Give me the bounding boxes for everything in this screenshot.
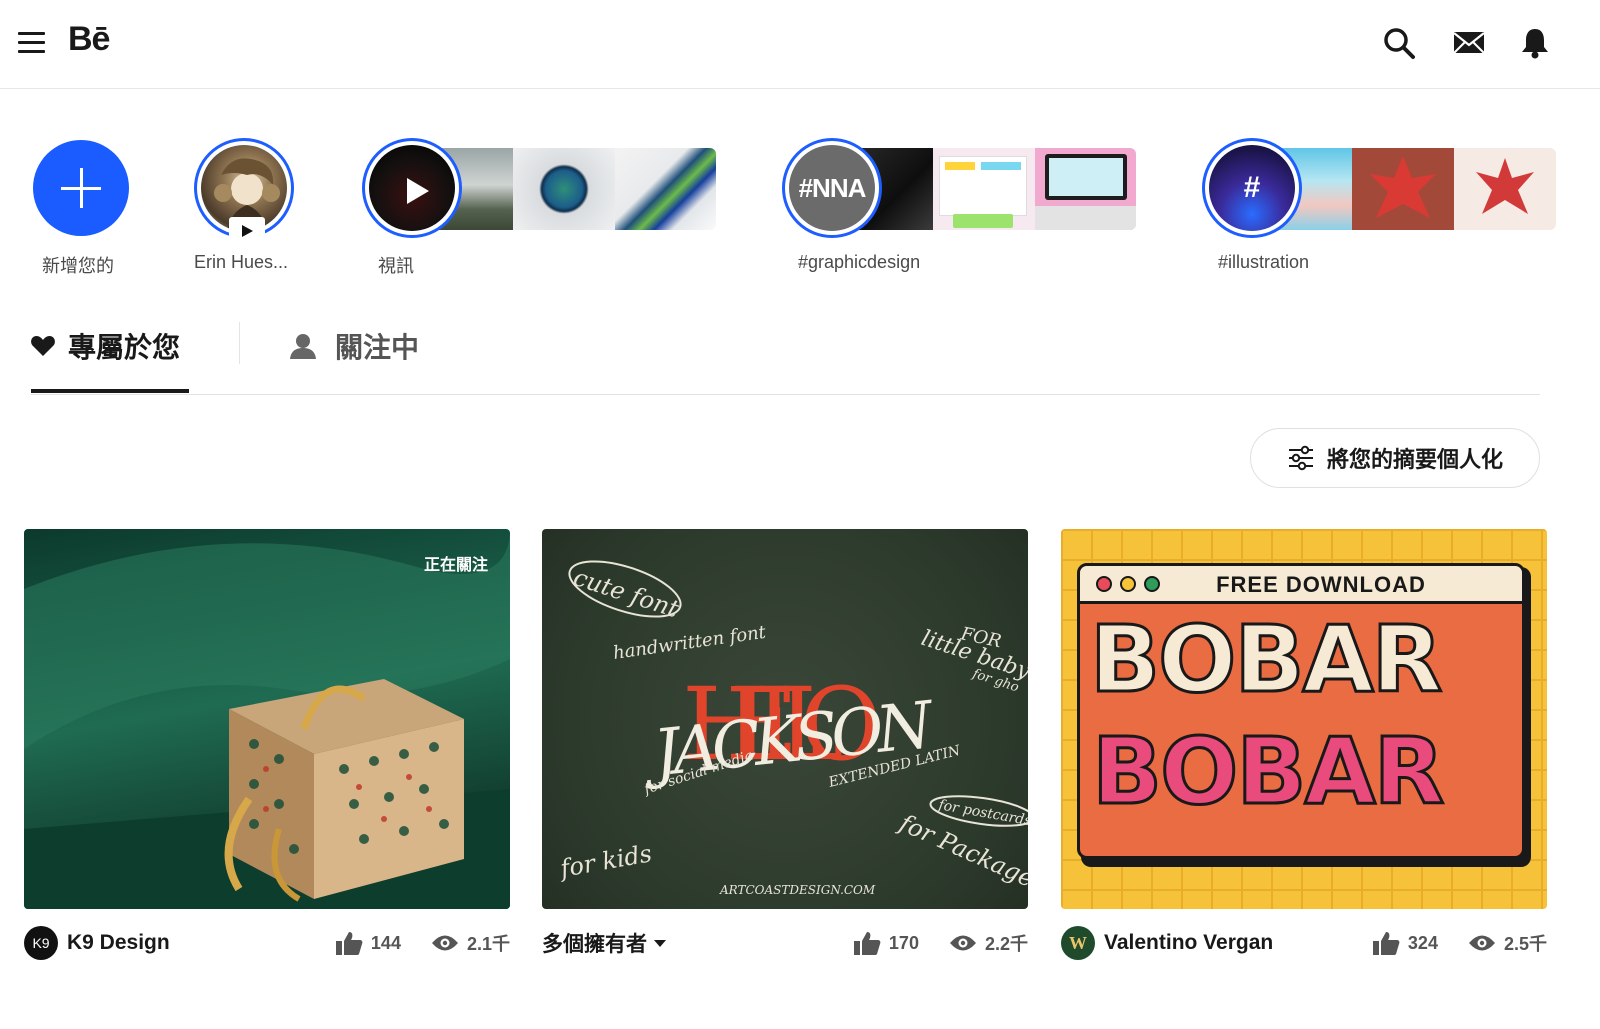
- project-card: 正在關注 K9 K9 Design 144 2.1千: [24, 529, 510, 960]
- owner-name: Valentino Vergan: [1104, 931, 1274, 954]
- person-icon: [290, 334, 316, 359]
- thumbs-up-icon[interactable]: [335, 930, 363, 956]
- sliders-icon: [1288, 445, 1313, 471]
- tab-for-you-label: 專屬於您: [68, 332, 181, 363]
- handwritten-text: handwritten font: [612, 622, 768, 664]
- card-meta: K9 K9 Design 144 2.1千: [24, 925, 510, 961]
- story-erin[interactable]: Erin Hues...: [194, 138, 294, 272]
- top-navigation-bar: Bē: [0, 0, 1600, 89]
- free-download-text: FREE DOWNLOAD: [1216, 572, 1426, 597]
- bell-icon[interactable]: [1519, 26, 1551, 60]
- owner-link[interactable]: W Valentino Vergan: [1061, 926, 1273, 960]
- menu-icon[interactable]: [18, 32, 45, 54]
- gift-box-illustration: [24, 529, 510, 909]
- owner-name: K9 Design: [67, 931, 170, 954]
- chevron-down-icon: [654, 940, 666, 947]
- like-count: 170: [888, 932, 919, 953]
- project-stats: 170 2.2千: [853, 930, 1028, 956]
- like-count: 324: [1407, 932, 1438, 953]
- thumbs-up-icon[interactable]: [1372, 930, 1400, 956]
- project-card: FREE DOWNLOAD BOBAR BOBAR W Valentino Ve…: [1061, 529, 1547, 960]
- story-preview-strip: [422, 148, 716, 230]
- multiple-owners-dropdown[interactable]: 多個擁有者: [542, 928, 667, 958]
- tab-for-you[interactable]: 專屬於您: [30, 326, 180, 366]
- project-thumbnail[interactable]: FREE DOWNLOAD BOBAR BOBAR: [1061, 529, 1547, 909]
- avatar: W: [1061, 926, 1095, 960]
- mail-icon[interactable]: [1452, 26, 1486, 60]
- following-badge: 正在關注: [423, 557, 488, 574]
- tab-following-label: 關注中: [335, 332, 420, 363]
- play-icon: [407, 178, 429, 204]
- view-count: 2.5千: [1503, 934, 1547, 954]
- url-text: ARTCOASTDESIGN.COM: [719, 883, 876, 897]
- card-meta: W Valentino Vergan 324 2.5千: [1061, 925, 1547, 961]
- eye-icon: [431, 935, 458, 951]
- owner-link[interactable]: K9 K9 Design: [24, 926, 170, 960]
- like-count: 144: [370, 932, 401, 953]
- project-stats: 144 2.1千: [335, 930, 510, 956]
- tabs-divider: [31, 394, 1540, 395]
- eye-icon: [949, 935, 976, 951]
- bobar-text-bottom: BOBAR: [1091, 718, 1446, 825]
- project-thumbnail[interactable]: 正在關注: [24, 529, 510, 909]
- story-video[interactable]: 視訊: [362, 138, 716, 276]
- personalize-feed-button[interactable]: 將您的摘要個人化: [1250, 428, 1540, 488]
- active-tab-indicator: [31, 389, 189, 393]
- eye-icon: [1468, 935, 1495, 951]
- avatar: K9: [24, 926, 58, 960]
- view-count: 2.2千: [984, 934, 1028, 954]
- story-preview-strip: [842, 148, 1136, 230]
- owner-name: 多個擁有者: [542, 933, 647, 956]
- add-story-button[interactable]: [33, 140, 129, 236]
- cute-font-text: cute font: [570, 563, 682, 623]
- project-thumbnail[interactable]: cute font handwritten font FOR little ba…: [542, 529, 1028, 909]
- story-illustration[interactable]: # #illustration: [1202, 138, 1556, 272]
- project-card: cute font handwritten font FOR little ba…: [542, 529, 1028, 956]
- story-preview-strip: [1262, 148, 1556, 230]
- search-icon[interactable]: [1382, 26, 1416, 60]
- behance-logo[interactable]: Bē: [68, 20, 110, 59]
- window-frame: FREE DOWNLOAD BOBAR BOBAR: [1077, 563, 1525, 859]
- story-label: 新增您的: [42, 256, 114, 276]
- heart-icon: [31, 336, 55, 356]
- tab-following[interactable]: 關注中: [289, 326, 419, 366]
- story-avatar-text: #NNA: [798, 172, 867, 203]
- story-graphicdesign[interactable]: #NNA #graphicdesign: [782, 138, 1136, 272]
- view-count: 2.1千: [466, 934, 510, 954]
- video-play-icon: [229, 217, 265, 245]
- tab-divider: [239, 322, 240, 364]
- project-stats: 324 2.5千: [1372, 930, 1547, 956]
- font-showcase-art: cute font handwritten font FOR little ba…: [556, 560, 1028, 897]
- thumbs-up-icon[interactable]: [853, 930, 881, 956]
- kids-text: for kids: [556, 839, 654, 883]
- card-meta: 多個擁有者 170 2.2千: [542, 925, 1028, 961]
- story-avatar-text: #: [1243, 171, 1261, 204]
- personalize-label: 將您的摘要個人化: [1326, 447, 1503, 472]
- bobar-text-top: BOBAR: [1089, 606, 1444, 713]
